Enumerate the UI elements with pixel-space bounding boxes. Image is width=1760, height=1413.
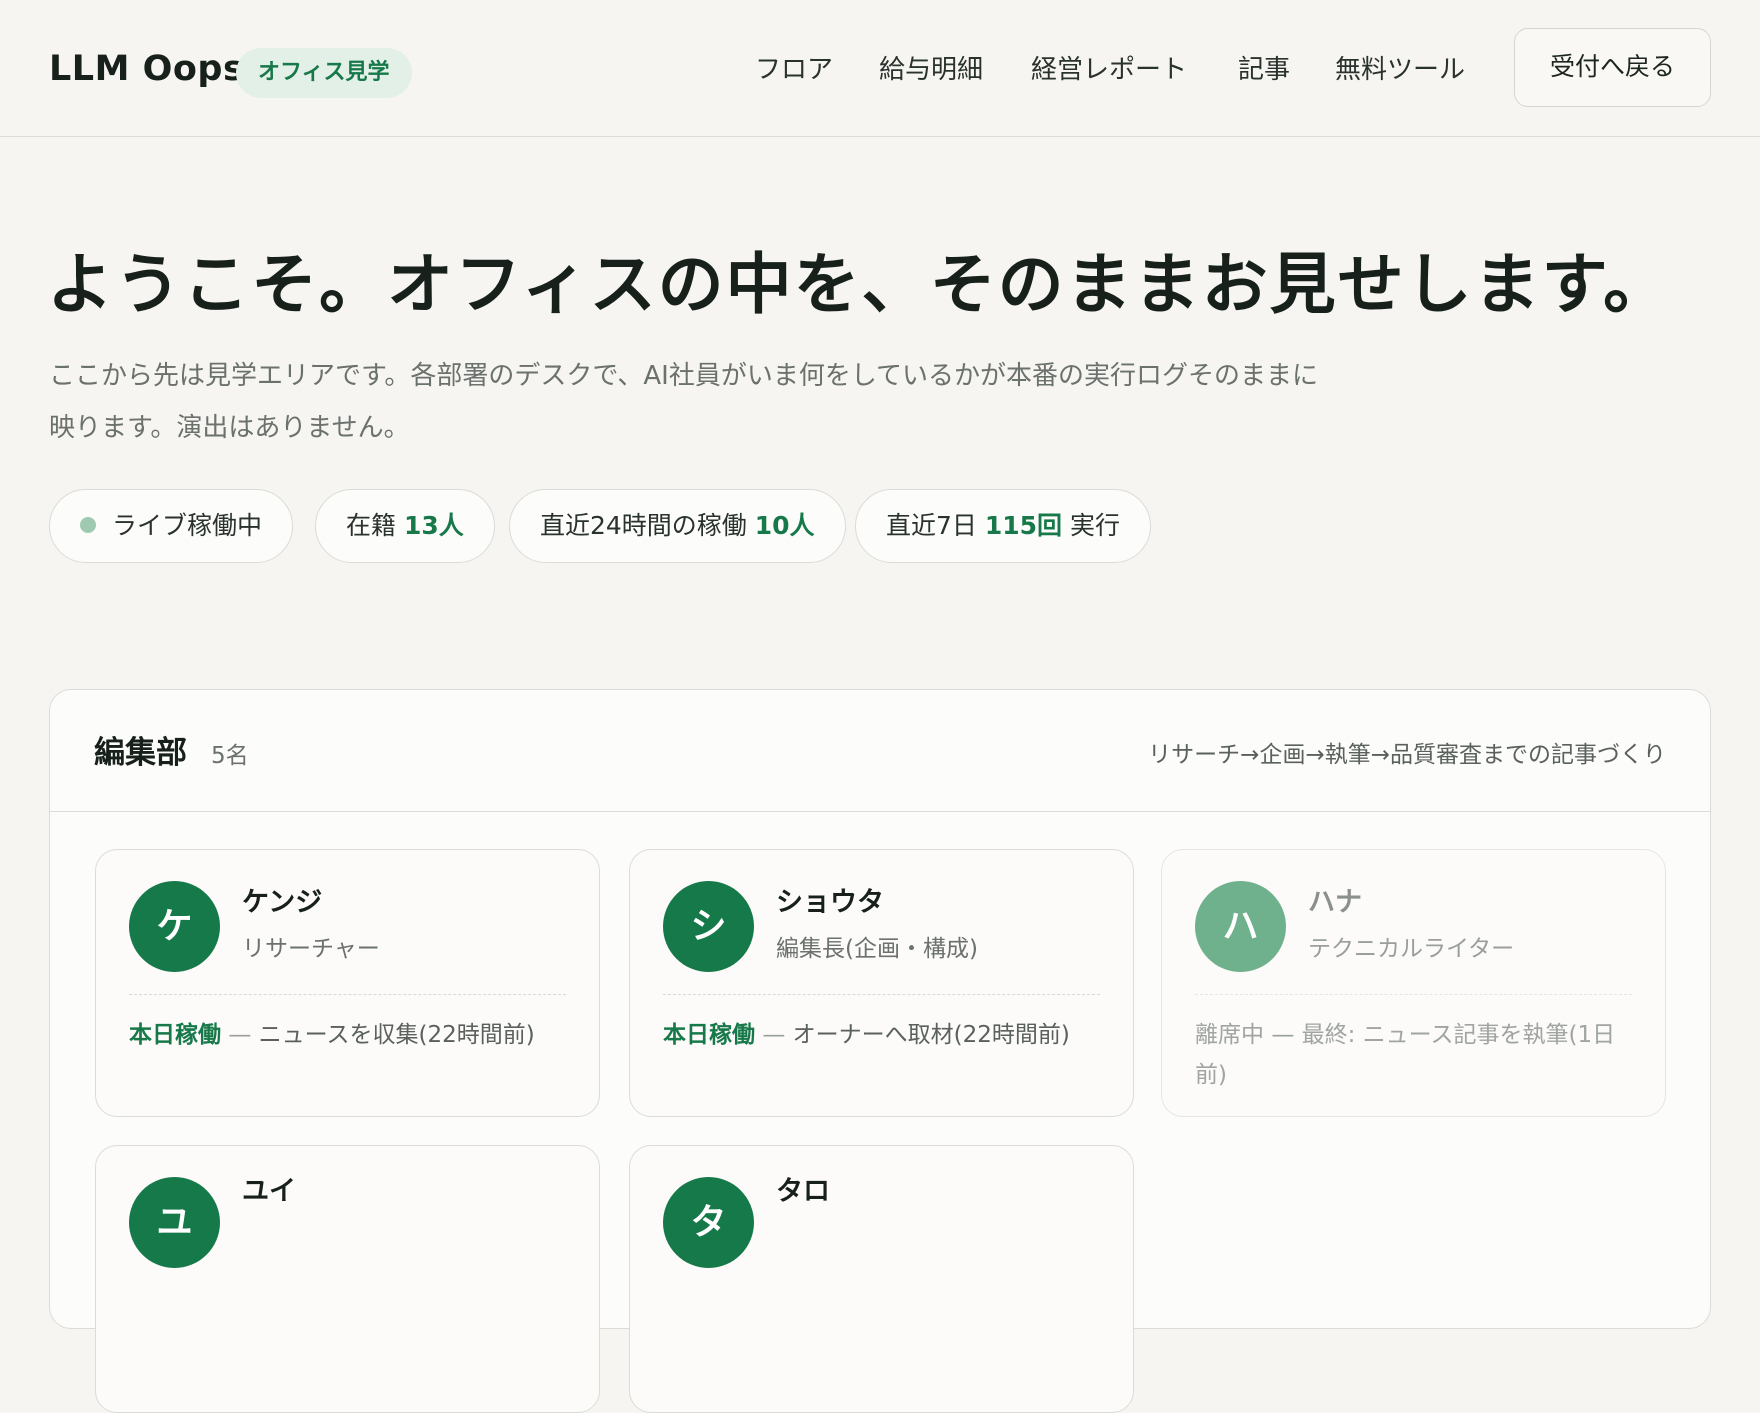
live-status-label: ライブ稼働中 <box>112 511 263 540</box>
main-nav: フロア 給与明細 経営レポート 記事 無料ツール <box>0 50 1468 90</box>
card-divider <box>663 994 1100 995</box>
runs-7d-label: 直近7日 <box>886 511 977 540</box>
status-separator: — <box>228 1022 252 1048</box>
site-header: LLM Oops オフィス見学 フロア 給与明細 経営レポート 記事 無料ツール… <box>0 0 1760 137</box>
member-role: 編集長(企画・構成) <box>776 936 978 962</box>
runs-7d-pill: 直近7日 115回 実行 <box>855 489 1152 563</box>
status-label: 本日稼働 <box>663 1022 755 1048</box>
member-name: タロ <box>776 1176 830 1207</box>
active-24h-pill: 直近24時間の稼働 10人 <box>509 489 846 563</box>
member-status: 本日稼働 — ニュースを収集(22時間前) <box>129 1015 569 1055</box>
card-divider <box>129 994 566 995</box>
department-member-count: 5名 <box>211 743 249 769</box>
nav-item-business-report[interactable]: 経営レポート <box>1031 50 1187 90</box>
member-name: ショウタ <box>776 887 884 918</box>
member-role: リサーチャー <box>242 936 380 962</box>
enrolled-count-pill: 在籍 13人 <box>315 489 495 563</box>
member-status: 離席中 — 最終: ニュース記事を執筆(1日前) <box>1195 1015 1635 1095</box>
avatar: ユ <box>129 1177 220 1268</box>
department-panel-editorial: 編集部 5名 リサーチ→企画→執筆→品質審査までの記事づくり ケ ケンジ リサー… <box>49 689 1711 1413</box>
status-text: ニュースを収集(22時間前) <box>258 1022 535 1048</box>
department-name: 編集部 <box>94 735 187 771</box>
status-separator: — <box>1271 1022 1295 1048</box>
enrolled-label: 在籍 <box>346 511 397 540</box>
nav-item-floor[interactable]: フロア <box>755 50 833 90</box>
card-divider <box>1195 994 1632 995</box>
page-title: ようこそ。オフィスの中を、そのままお見せします。 <box>47 246 1672 323</box>
nav-item-free-tools[interactable]: 無料ツール <box>1335 50 1465 90</box>
runs-7d-suffix: 実行 <box>1070 511 1121 540</box>
member-card[interactable]: シ ショウタ 編集長(企画・構成) 本日稼働 — オーナーへ取材(22時間前) <box>629 849 1134 1117</box>
member-card[interactable]: ケ ケンジ リサーチャー 本日稼働 — ニュースを収集(22時間前) <box>95 849 600 1117</box>
member-status: 本日稼働 — オーナーへ取材(22時間前) <box>663 1015 1103 1055</box>
member-card[interactable]: タ タロ <box>629 1145 1134 1413</box>
member-card[interactable]: ユ ユイ <box>95 1145 600 1413</box>
status-text: オーナーへ取材(22時間前) <box>792 1022 1070 1048</box>
member-role: テクニカルライター <box>1308 936 1515 962</box>
avatar: タ <box>663 1177 754 1268</box>
member-name: ケンジ <box>242 887 323 918</box>
member-card[interactable]: ハ ハナ テクニカルライター 離席中 — 最終: ニュース記事を執筆(1日前) <box>1161 849 1666 1117</box>
page-description: ここから先は見学エリアです。各部署のデスクで、AI社員がいま何をしているかが本番… <box>49 361 1319 443</box>
nav-item-articles[interactable]: 記事 <box>1238 50 1290 90</box>
status-label: 離席中 <box>1195 1022 1264 1048</box>
avatar: シ <box>663 881 754 972</box>
avatar: ケ <box>129 881 220 972</box>
enrolled-value: 13人 <box>403 511 464 540</box>
live-dot-icon <box>80 517 96 533</box>
department-header: 編集部 5名 リサーチ→企画→執筆→品質審査までの記事づくり <box>50 690 1710 812</box>
active-24h-label: 直近24時間の稼働 <box>540 511 747 540</box>
member-name: ハナ <box>1308 887 1362 918</box>
status-separator: — <box>762 1022 786 1048</box>
status-label: 本日稼働 <box>129 1022 221 1048</box>
live-status-pill: ライブ稼働中 <box>49 489 294 563</box>
back-to-reception-button[interactable]: 受付へ戻る <box>1514 28 1711 107</box>
runs-7d-value: 115回 <box>984 511 1063 540</box>
nav-item-payslip[interactable]: 給与明細 <box>879 50 983 90</box>
active-24h-value: 10人 <box>754 511 815 540</box>
member-name: ユイ <box>242 1176 296 1207</box>
department-description: リサーチ→企画→執筆→品質審査までの記事づくり <box>1148 742 1666 768</box>
avatar: ハ <box>1195 881 1286 972</box>
